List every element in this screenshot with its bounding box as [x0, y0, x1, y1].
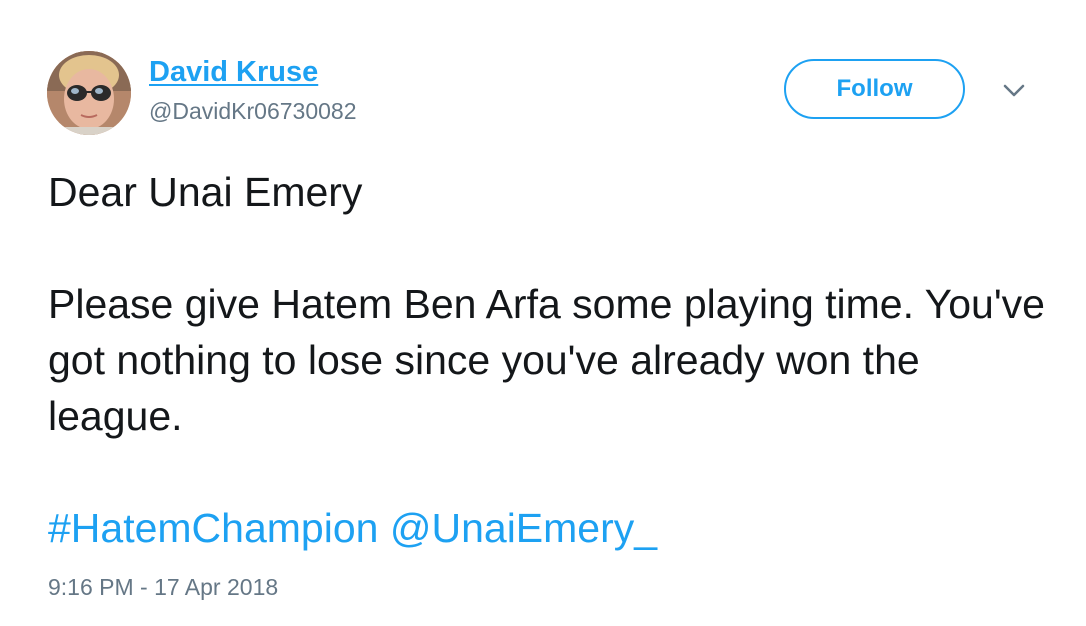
- follow-button[interactable]: Follow: [784, 59, 965, 119]
- profile-photo-icon: [47, 51, 131, 135]
- chevron-down-icon[interactable]: [1000, 80, 1028, 102]
- author-display-name[interactable]: David Kruse: [149, 56, 318, 89]
- hashtag-link[interactable]: #HatemChampion: [48, 505, 378, 551]
- author-handle[interactable]: @DavidKr06730082: [149, 98, 356, 125]
- tweet-text-line: Dear Unai Emery: [48, 169, 363, 215]
- tweet-text: Dear Unai Emery Please give Hatem Ben Ar…: [48, 164, 1048, 444]
- tweet-card: David Kruse @DavidKr06730082 Follow Dear…: [0, 0, 1086, 626]
- avatar[interactable]: [47, 51, 131, 135]
- tweet-text-paragraph: Please give Hatem Ben Arfa some playing …: [48, 281, 1045, 439]
- mention-link[interactable]: @UnaiEmery_: [390, 505, 657, 551]
- tweet-entities: #HatemChampion @UnaiEmery_: [48, 500, 657, 556]
- tweet-timestamp[interactable]: 9:16 PM - 17 Apr 2018: [48, 574, 278, 601]
